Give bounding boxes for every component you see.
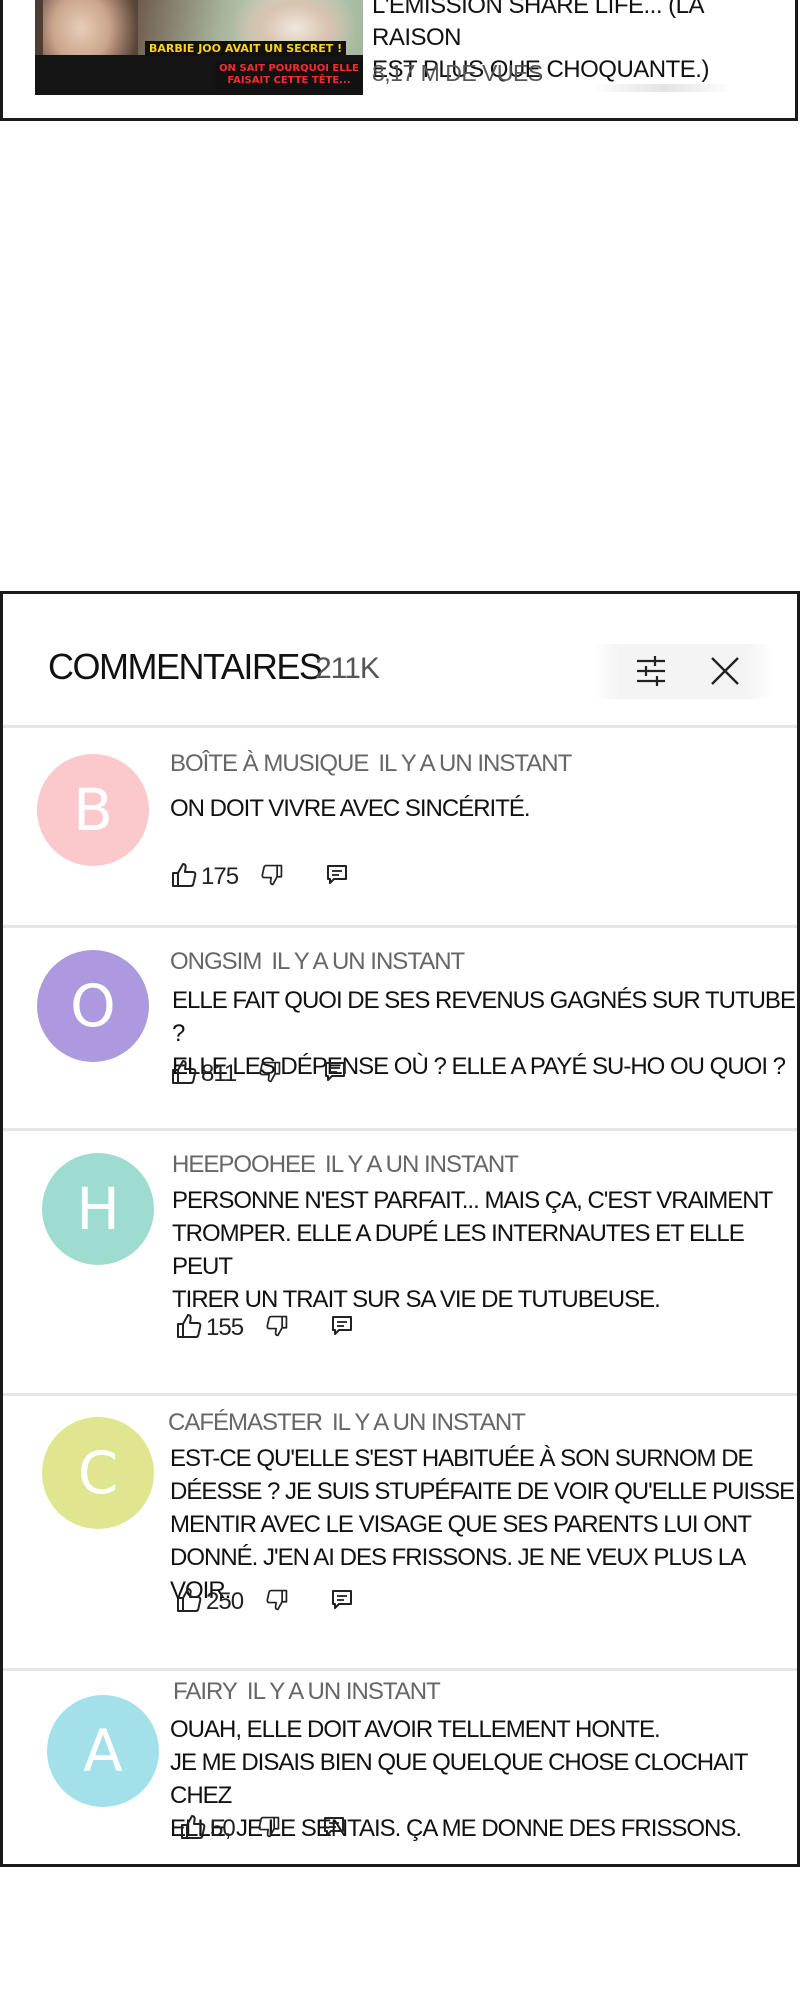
thumbs-down-icon <box>265 1588 289 1617</box>
reply-icon <box>331 1589 353 1616</box>
video-thumbnail[interactable]: BARBIE JOO AVAIT UN SECRET ! ON SAIT POU… <box>35 0 363 95</box>
comments-title: COMMENTAIRES <box>48 646 323 687</box>
reply-icon <box>331 1315 353 1342</box>
comment-time: IL Y A UN INSTANT <box>246 1678 441 1705</box>
comment-item: O ONGSIM IL Y A UN INSTANT ELLE FAIT QUOI… <box>3 928 797 1128</box>
reply-icon <box>324 1061 346 1088</box>
comment-meta: ONGSIM IL Y A UN INSTANT <box>170 948 465 976</box>
video-title-line: L'ÉMISSION SHARE LIFE... (LA RAISON <box>372 0 703 51</box>
avatar[interactable]: B <box>37 754 149 866</box>
thumbs-down-icon <box>265 1314 289 1343</box>
reply-icon <box>323 1816 345 1843</box>
thumbnail-caption-yellow: BARBIE JOO AVAIT UN SECRET ! <box>145 41 347 56</box>
comment-item: H HEEPOOHEE IL Y A UN INSTANT PERSONNE N'… <box>3 1131 797 1393</box>
avatar[interactable]: H <box>42 1153 154 1265</box>
sliders-icon[interactable] <box>629 649 673 693</box>
reply-icon <box>326 864 348 891</box>
comment-line: DÉESSE ? JE SUIS STUPÉFAITE DE VOIR QU'E… <box>170 1478 795 1505</box>
reply-button[interactable] <box>326 864 348 891</box>
comment-line: TROMPER. ELLE A DUPÉ LES INTERNAUTES ET … <box>172 1220 745 1280</box>
like-button[interactable]: 155 <box>175 1312 244 1345</box>
avatar-initial: A <box>83 1717 123 1785</box>
comment-text: PERSONNE N'EST PARFAIT... MAIS ÇA, C'EST… <box>172 1184 797 1316</box>
comment-actions: 250 <box>175 1585 353 1619</box>
comments-header: COMMENTAIRES 211K <box>3 594 797 727</box>
thumbs-down-icon <box>258 1060 282 1089</box>
like-button[interactable]: 50 <box>179 1813 236 1846</box>
dislike-button[interactable] <box>265 1588 289 1617</box>
close-icon[interactable] <box>703 649 747 693</box>
comment-line: ON DOIT VIVRE AVEC SINCÉRITÉ. <box>170 795 531 822</box>
comment-author[interactable]: ONGSIM <box>170 948 262 975</box>
comment-line: ELLE FAIT QUOI DE SES REVENUS GAGNÉS SUR… <box>172 987 796 1047</box>
reply-button[interactable] <box>324 1061 346 1088</box>
thumbnail-caption-red: ON SAIT POURQUOI ELLE FAISAIT CETTE TÊTE… <box>215 61 363 89</box>
comment-line: EST-CE QU'ELLE S'EST HABITUÉE À SON SURN… <box>170 1445 754 1472</box>
dislike-button[interactable] <box>260 863 284 892</box>
header-controls <box>593 644 773 699</box>
comment-author[interactable]: FAIRY <box>173 1678 238 1705</box>
comment-actions: 811 <box>170 1057 346 1091</box>
comment-time: IL Y A UN INSTANT <box>271 948 465 975</box>
avatar-initial: H <box>76 1175 120 1243</box>
comment-time: IL Y A UN INSTANT <box>325 1151 519 1178</box>
like-count: 811 <box>201 1060 237 1087</box>
comment-actions: 175 <box>170 860 348 894</box>
like-button[interactable]: 811 <box>170 1058 237 1091</box>
thumbs-up-icon <box>179 1813 207 1846</box>
like-count: 175 <box>201 863 239 890</box>
video-card[interactable]: BARBIE JOO AVAIT UN SECRET ! ON SAIT POU… <box>0 0 798 121</box>
thumbs-up-icon <box>175 1586 203 1619</box>
comment-line: MENTIR AVEC LE VISAGE QUE SES PARENTS LU… <box>170 1511 752 1538</box>
reply-button[interactable] <box>331 1589 353 1616</box>
comment-meta: BOÎTE À MUSIQUE IL Y A UN INSTANT <box>170 750 572 778</box>
comment-author[interactable]: BOÎTE À MUSIQUE <box>170 750 369 777</box>
comment-time: IL Y A UN INSTANT <box>332 1409 526 1436</box>
avatar[interactable]: O <box>37 950 149 1062</box>
comment-meta: FAIRY IL Y A UN INSTANT <box>173 1678 441 1706</box>
comment-meta: HEEPOOHEE IL Y A UN INSTANT <box>172 1151 519 1179</box>
comment-item: C CAFÉMASTER IL Y A UN INSTANT EST-CE QU'… <box>3 1396 797 1668</box>
like-count: 250 <box>206 1588 244 1615</box>
thumbs-down-icon <box>260 863 284 892</box>
thumbs-up-icon <box>175 1312 203 1345</box>
thumbs-down-icon <box>257 1815 281 1844</box>
dislike-button[interactable] <box>265 1314 289 1343</box>
avatar[interactable]: C <box>42 1417 154 1529</box>
like-count: 50 <box>210 1815 236 1842</box>
comment-actions: 50 <box>179 1812 345 1846</box>
reply-button[interactable] <box>323 1816 345 1843</box>
comments-panel: COMMENTAIRES 211K B BOÎTE À MUSIQUE IL Y… <box>0 591 800 1867</box>
comment-time: IL Y A UN INSTANT <box>378 750 572 777</box>
like-button[interactable]: 250 <box>175 1586 244 1619</box>
dislike-button[interactable] <box>258 1060 282 1089</box>
comment-line: OUAH, ELLE DOIT AVOIR TELLEMENT HONTE. <box>170 1716 661 1743</box>
like-count: 155 <box>206 1314 244 1341</box>
blurred-text <box>593 84 733 92</box>
video-views: 8,17 M DE VUES <box>372 60 543 86</box>
avatar-initial: O <box>70 972 116 1040</box>
comment-item: A FAIRY IL Y A UN INSTANT OUAH, ELLE DOIT… <box>3 1671 797 1864</box>
comment-line: PERSONNE N'EST PARFAIT... MAIS ÇA, C'EST… <box>172 1187 773 1214</box>
comment-text: ON DOIT VIVRE AVEC SINCÉRITÉ. <box>170 792 531 825</box>
thumbs-up-icon <box>170 1058 198 1091</box>
comment-actions: 155 <box>175 1311 353 1345</box>
reply-button[interactable] <box>331 1315 353 1342</box>
avatar-initial: B <box>73 776 113 844</box>
like-button[interactable]: 175 <box>170 861 239 894</box>
thumbs-up-icon <box>170 861 198 894</box>
dislike-button[interactable] <box>257 1815 281 1844</box>
comment-meta: CAFÉMASTER IL Y A UN INSTANT <box>168 1409 526 1437</box>
avatar-initial: C <box>77 1439 119 1507</box>
comment-item: B BOÎTE À MUSIQUE IL Y A UN INSTANT ON DO… <box>3 728 797 924</box>
comment-text: EST-CE QU'ELLE S'EST HABITUÉE À SON SURN… <box>170 1442 797 1607</box>
comments-count: 211K <box>315 652 380 685</box>
comment-author[interactable]: HEEPOOHEE <box>172 1151 316 1178</box>
comment-author[interactable]: CAFÉMASTER <box>168 1409 323 1436</box>
comment-line: JE ME DISAIS BIEN QUE QUELQUE CHOSE CLOC… <box>170 1749 748 1809</box>
avatar[interactable]: A <box>47 1695 159 1807</box>
